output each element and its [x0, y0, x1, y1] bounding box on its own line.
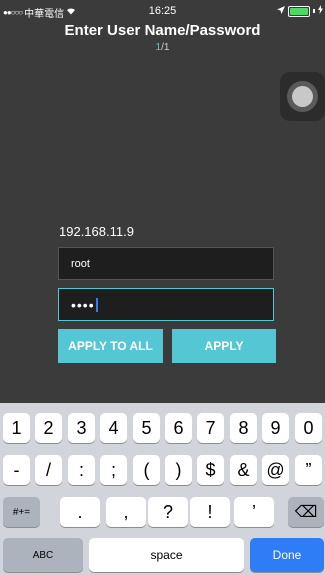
text-caret — [95, 297, 98, 312]
status-bar: ●●○○○ 中華電信 16:25 — [0, 0, 325, 20]
page-total: /1 — [161, 42, 170, 53]
key-at[interactable]: @ — [262, 455, 289, 485]
key-semicolon[interactable]: ; — [100, 455, 127, 485]
key-question[interactable]: ? — [148, 497, 188, 527]
key-slash[interactable]: / — [35, 455, 62, 485]
apply-to-all-button[interactable]: APPLY TO ALL — [58, 329, 163, 363]
username-field[interactable]: root — [58, 247, 274, 280]
location-arrow-icon — [277, 5, 285, 17]
key-7[interactable]: 7 — [197, 413, 224, 443]
charging-icon — [318, 5, 323, 17]
key-9[interactable]: 9 — [262, 413, 289, 443]
page-indicator: 1/1 — [0, 42, 325, 53]
key-hyphen[interactable]: - — [3, 455, 30, 485]
key-exclamation[interactable]: ! — [190, 497, 230, 527]
key-space[interactable]: space — [89, 538, 244, 572]
apply-button[interactable]: APPLY — [172, 329, 276, 363]
battery-tip — [313, 9, 315, 13]
key-colon[interactable]: : — [68, 455, 95, 485]
key-abc[interactable]: ABC — [3, 538, 83, 572]
username-value: root — [71, 257, 90, 270]
page-title: Enter User Name/Password — [64, 22, 261, 39]
assistive-touch-core — [292, 86, 313, 107]
key-apostrophe[interactable]: ’ — [234, 497, 274, 527]
key-6[interactable]: 6 — [165, 413, 192, 443]
key-period[interactable]: . — [60, 497, 100, 527]
key-done[interactable]: Done — [250, 538, 324, 572]
assistive-touch-ring — [287, 81, 318, 112]
key-3[interactable]: 3 — [68, 413, 95, 443]
key-5[interactable]: 5 — [133, 413, 160, 443]
key-8[interactable]: 8 — [230, 413, 257, 443]
key-ampersand[interactable]: & — [230, 455, 257, 485]
password-value: •••• — [71, 296, 95, 313]
battery-icon — [288, 5, 310, 17]
key-dollar[interactable]: $ — [197, 455, 224, 485]
key-4[interactable]: 4 — [100, 413, 127, 443]
backspace-icon[interactable]: ⌫ — [288, 497, 324, 527]
keyboard: 1 2 3 4 5 6 7 8 9 0 - / : ; ( ) $ & @ ” … — [0, 403, 325, 575]
device-ip-label: 192.168.11.9 — [59, 224, 134, 239]
key-close-paren[interactable]: ) — [165, 455, 192, 485]
assistive-touch-button[interactable] — [280, 72, 325, 121]
status-right — [277, 5, 323, 17]
key-0[interactable]: 0 — [295, 413, 322, 443]
key-symbols-toggle[interactable]: #+= — [3, 497, 40, 527]
key-2[interactable]: 2 — [35, 413, 62, 443]
key-quote[interactable]: ” — [295, 455, 322, 485]
key-1[interactable]: 1 — [3, 413, 30, 443]
password-field[interactable]: •••• — [58, 288, 274, 321]
key-comma[interactable]: , — [106, 497, 146, 527]
key-open-paren[interactable]: ( — [133, 455, 160, 485]
